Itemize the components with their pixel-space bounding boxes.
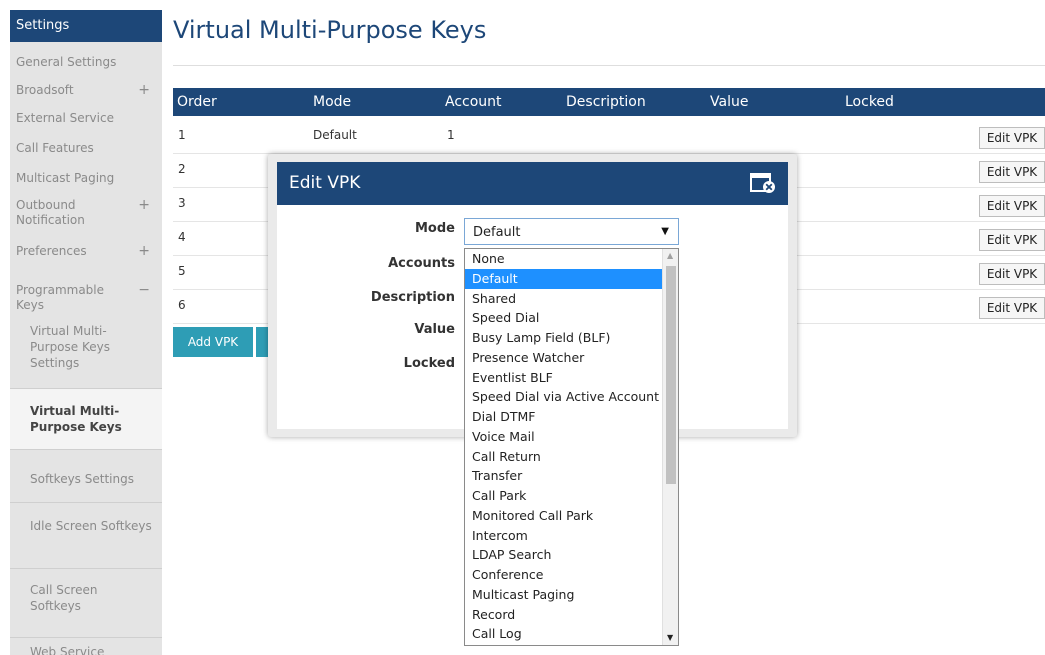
edit-vpk-button[interactable]: Edit VPK (979, 127, 1045, 149)
dropdown-option[interactable]: Conference (465, 565, 662, 585)
sidebar-item-preferences[interactable]: Preferences + (10, 244, 162, 259)
dropdown-option[interactable]: None (465, 249, 662, 269)
dropdown-option[interactable]: Eventlist BLF (465, 368, 662, 388)
scrollbar-thumb[interactable] (666, 266, 676, 484)
edit-vpk-button[interactable]: Edit VPK (979, 229, 1045, 251)
mode-label: Mode (415, 221, 455, 236)
description-label: Description (370, 290, 455, 305)
sidebar-item-label: Preferences (16, 244, 87, 258)
collapse-icon[interactable]: − (138, 283, 150, 298)
dropdown-option-selected[interactable]: Default (465, 268, 662, 289)
sidebar-item-label: Outbound Notification (16, 198, 85, 227)
value-label: Value (414, 322, 455, 337)
column-header-value: Value (710, 94, 749, 110)
edit-vpk-button[interactable]: Edit VPK (979, 195, 1045, 217)
sidebar-subitem-idle-screen-softkeys[interactable]: Idle Screen Softkeys (10, 518, 162, 534)
cell-order: 5 (178, 264, 186, 278)
column-header-mode: Mode (313, 94, 352, 110)
sidebar-item-call-features[interactable]: Call Features (10, 141, 100, 156)
cell-order: 6 (178, 298, 186, 312)
dropdown-option[interactable]: Intercom (465, 526, 662, 546)
scroll-down-icon[interactable]: ▼ (667, 633, 673, 642)
dropdown-option[interactable]: Dial DTMF (465, 407, 662, 427)
scroll-up-icon[interactable]: ▲ (667, 251, 673, 260)
sidebar-item-multicast-paging[interactable]: Multicast Paging (10, 171, 120, 186)
column-header-locked: Locked (845, 94, 894, 110)
divider (10, 449, 162, 450)
dropdown-option[interactable]: Call Log (465, 624, 662, 644)
dropdown-option[interactable]: Voice Mail (465, 427, 662, 447)
add-vpk-button[interactable]: Add VPK (173, 327, 253, 357)
cell-order: 1 (178, 128, 186, 142)
sidebar-subitem-softkeys-settings[interactable]: Softkeys Settings (10, 471, 162, 487)
cell-order: 3 (178, 196, 186, 210)
accounts-label: Accounts (388, 256, 455, 271)
locked-label: Locked (403, 356, 455, 371)
cell-mode: Default (313, 128, 357, 142)
sidebar-item-programmable-keys[interactable]: Programmable Keys − (10, 283, 162, 313)
expand-icon[interactable]: + (138, 198, 150, 213)
dropdown-option[interactable]: Busy Lamp Field (BLF) (465, 328, 662, 348)
dropdown-option[interactable]: Monitored Call Park (465, 506, 662, 526)
dropdown-arrow-icon: ▼ (661, 226, 669, 237)
sidebar-item-broadsoft[interactable]: Broadsoft + (10, 83, 162, 98)
dropdown-option[interactable]: Presence Watcher (465, 348, 662, 368)
sidebar-item-label: Programmable Keys (16, 283, 105, 312)
sidebar-subitem-vpk-settings[interactable]: Virtual Multi-Purpose Keys Settings (10, 323, 162, 371)
table-header: Order Mode Account Description Value Loc… (173, 88, 1045, 116)
divider (10, 568, 162, 569)
dropdown-option[interactable]: Call Return (465, 447, 662, 467)
cell-order: 2 (178, 162, 186, 176)
dialog-header: Edit VPK (277, 162, 788, 205)
divider (10, 502, 162, 503)
dropdown-option[interactable]: Call Park (465, 486, 662, 506)
dropdown-scrollbar[interactable]: ▲ ▼ (662, 249, 678, 645)
column-header-order: Order (177, 94, 217, 110)
table-row: 1 Default 1 Edit VPK (173, 120, 1045, 154)
expand-icon[interactable]: + (138, 244, 150, 259)
dropdown-option[interactable]: Speed Dial (465, 308, 662, 328)
sidebar-item-label: Broadsoft (16, 83, 74, 97)
dropdown-option[interactable]: Multicast Paging (465, 585, 662, 605)
sidebar-subitem-call-screen-softkeys[interactable]: Call Screen Softkeys (10, 582, 162, 614)
edit-vpk-button[interactable]: Edit VPK (979, 161, 1045, 183)
edit-vpk-button[interactable]: Edit VPK (979, 263, 1045, 285)
mode-dropdown-list: None Default Shared Speed Dial Busy Lamp… (464, 248, 679, 646)
cell-account: 1 (447, 128, 455, 142)
sidebar-header[interactable]: Settings (10, 10, 162, 42)
column-header-account: Account (445, 94, 502, 110)
dropdown-option[interactable]: Speed Dial via Active Account (465, 387, 662, 407)
title-divider (173, 65, 1045, 66)
dropdown-option[interactable]: Transfer (465, 466, 662, 486)
sidebar-subitem-vpk[interactable]: Virtual Multi-Purpose Keys (10, 389, 162, 449)
dialog-title: Edit VPK (289, 173, 361, 193)
mode-select[interactable]: Default ▼ (464, 218, 679, 245)
sidebar-subitem-web-service[interactable]: Web Service (10, 644, 162, 655)
cell-order: 4 (178, 230, 186, 244)
divider (10, 637, 162, 638)
close-icon[interactable] (750, 172, 776, 194)
dropdown-option[interactable]: LDAP Search (465, 545, 662, 565)
dropdown-option[interactable]: Shared (465, 289, 662, 309)
edit-vpk-button[interactable]: Edit VPK (979, 297, 1045, 319)
sidebar: Settings General Settings Broadsoft + Ex… (10, 10, 162, 655)
sidebar-item-external-service[interactable]: External Service (10, 111, 120, 126)
column-header-description: Description (566, 94, 646, 110)
expand-icon[interactable]: + (138, 83, 150, 98)
sidebar-item-general-settings[interactable]: General Settings (10, 55, 122, 70)
sidebar-item-outbound-notification[interactable]: Outbound Notification + (10, 198, 162, 228)
page-title: Virtual Multi-Purpose Keys (173, 16, 487, 44)
mode-select-value: Default (473, 225, 521, 240)
dropdown-option[interactable]: Record (465, 605, 662, 625)
dropdown-options: None Default Shared Speed Dial Busy Lamp… (465, 249, 662, 644)
